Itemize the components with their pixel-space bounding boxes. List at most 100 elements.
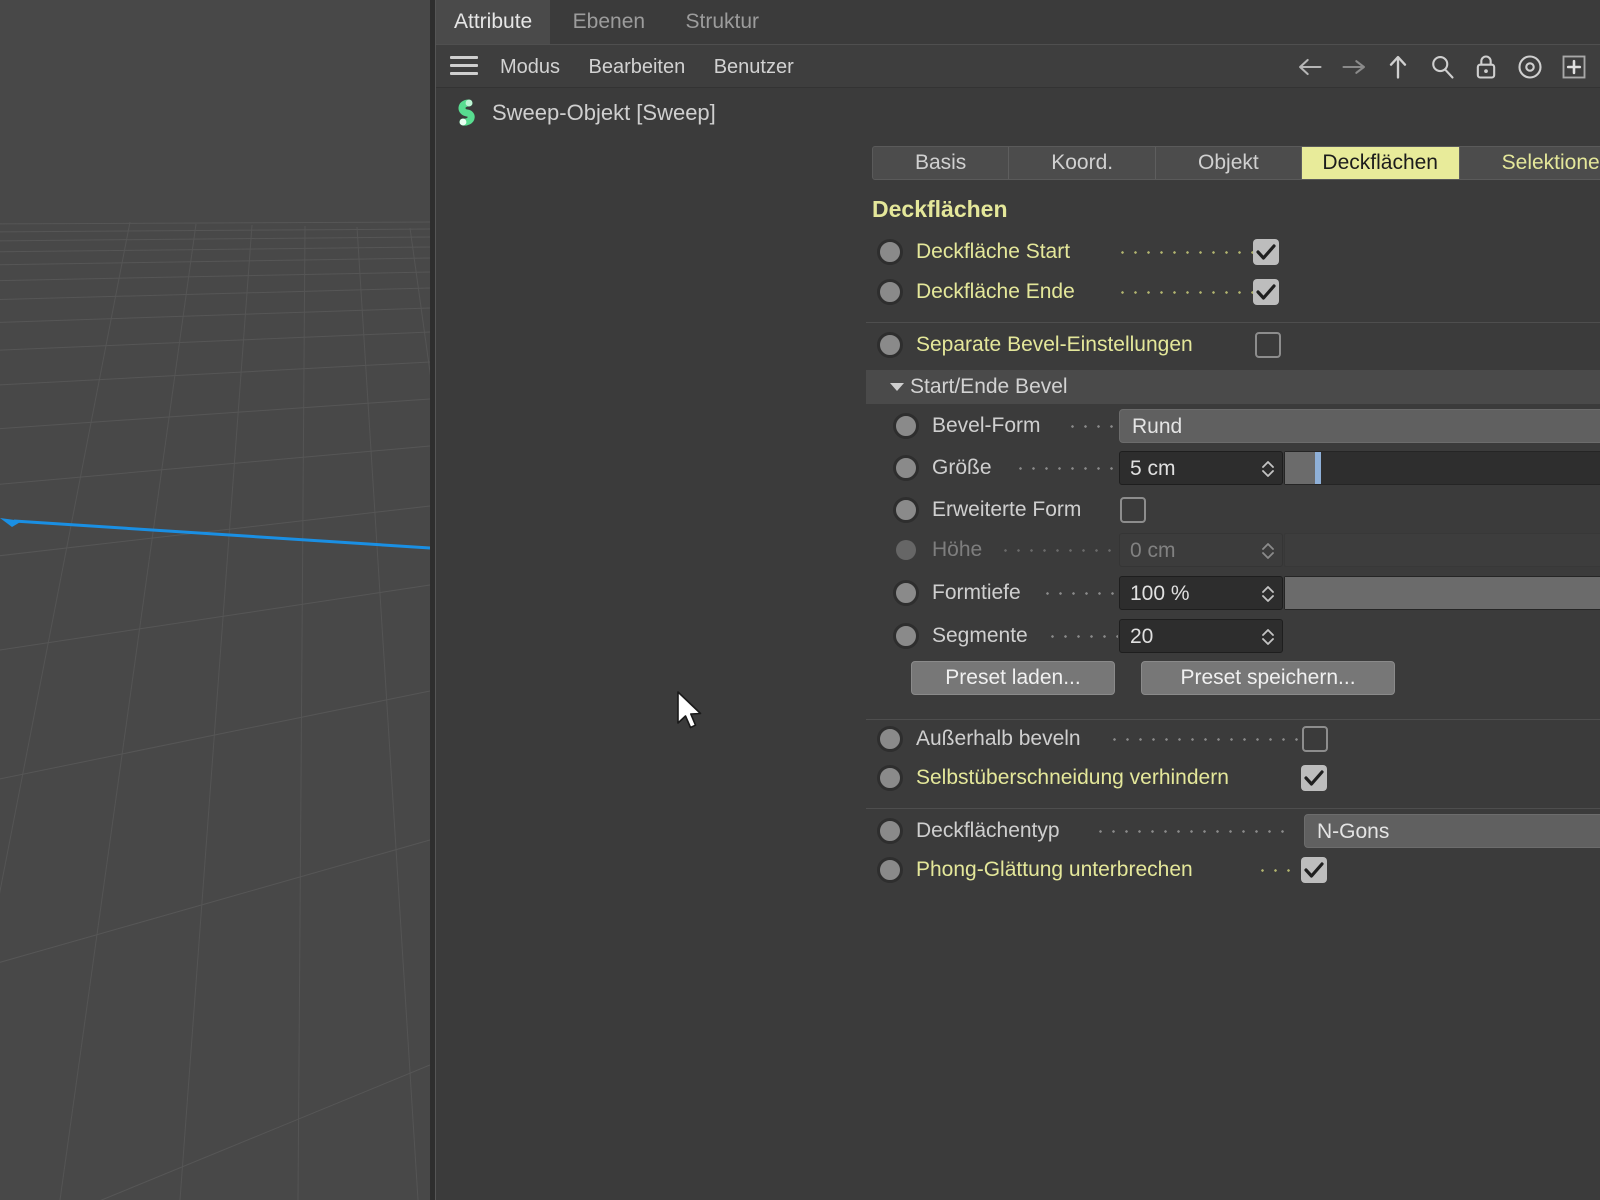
ptab-koord[interactable]: Koord. — [1009, 147, 1157, 179]
leader-dots — [1256, 869, 1298, 872]
label-selbstueberschneidung: Selbstüberschneidung verhindern — [916, 766, 1229, 789]
row-bevel-form: Bevel-Form Rund — [866, 406, 1600, 446]
checkbox-selbstueberschneidung[interactable] — [1301, 765, 1327, 791]
checkbox-erweiterte-form[interactable] — [1120, 497, 1146, 523]
divider — [866, 808, 1600, 809]
preset-speichern-button[interactable]: Preset speichern... — [1141, 661, 1395, 695]
value-groesse: 5 cm — [1130, 457, 1176, 480]
ptab-objekt[interactable]: Objekt — [1156, 147, 1302, 179]
group-header-start-ende-bevel[interactable]: Start/Ende Bevel — [866, 370, 1600, 404]
tab-attribute[interactable]: Attribute — [436, 0, 551, 44]
chevron-down-icon — [890, 383, 904, 391]
leader-dots — [999, 549, 1118, 552]
label-deckflaeche-ende: Deckfläche Ende — [916, 280, 1075, 303]
dropdown-value: N-Gons — [1317, 820, 1390, 843]
spinner-icon[interactable] — [1260, 457, 1276, 481]
animation-dot[interactable] — [893, 497, 919, 523]
slider-groesse[interactable] — [1284, 451, 1600, 485]
menu-item-bearbeiten[interactable]: Bearbeiten — [576, 45, 697, 89]
menu-item-benutzer[interactable]: Benutzer — [702, 45, 806, 89]
animation-dot[interactable] — [893, 455, 919, 481]
animation-dot[interactable] — [877, 332, 903, 358]
animation-dot[interactable] — [877, 818, 903, 844]
ptab-basis[interactable]: Basis — [873, 147, 1010, 179]
object-title: Sweep-Objekt [Sweep] — [492, 100, 716, 125]
row-ausserhalb-beveln: Außerhalb beveln — [866, 719, 1600, 759]
label-separate-bevel: Separate Bevel-Einstellungen — [916, 333, 1193, 356]
menu-item-modus[interactable]: Modus — [488, 45, 572, 89]
target-icon[interactable] — [1516, 53, 1544, 81]
search-icon[interactable] — [1428, 53, 1456, 81]
animation-dot[interactable] — [877, 279, 903, 305]
spinner-icon[interactable] — [1260, 582, 1276, 606]
property-tab-bar: Basis Koord. Objekt Deckflächen Selektio… — [872, 146, 1600, 180]
ptab-deckflaechen[interactable]: Deckflächen — [1301, 147, 1460, 179]
animation-dot[interactable] — [893, 623, 919, 649]
dropdown-deckflaechentyp[interactable]: N-Gons — [1304, 814, 1600, 848]
animation-dot[interactable] — [877, 857, 903, 883]
input-segmente[interactable]: 20 — [1119, 619, 1283, 653]
checkbox-phong-unterbrechen[interactable] — [1301, 857, 1327, 883]
value-formtiefe: 100 % — [1130, 582, 1190, 605]
preset-laden-button[interactable]: Preset laden... — [911, 661, 1115, 695]
row-deckflaechentyp: Deckflächentyp N-Gons — [866, 811, 1600, 851]
dropdown-value: Rund — [1132, 415, 1183, 438]
animation-dot[interactable] — [893, 580, 919, 606]
dropdown-bevel-form[interactable]: Rund — [1119, 409, 1600, 443]
leader-dots — [1066, 425, 1118, 428]
row-erweiterte-form: Erweiterte Form — [866, 490, 1600, 530]
tab-ebenen[interactable]: Ebenen — [555, 0, 663, 44]
row-deckflaeche-start: Deckfläche Start — [866, 232, 1600, 272]
add-icon[interactable] — [1560, 53, 1588, 81]
toolbar-icons — [1296, 45, 1594, 89]
row-deckflaeche-ende: Deckfläche Ende — [866, 272, 1600, 312]
label-bevel-form: Bevel-Form — [932, 414, 1041, 437]
spinner-icon[interactable] — [1260, 625, 1276, 649]
slider-formtiefe[interactable] — [1284, 576, 1600, 610]
animation-dot[interactable] — [877, 765, 903, 791]
row-groesse: Größe 5 cm — [866, 448, 1600, 488]
checkbox-ausserhalb-beveln[interactable] — [1302, 726, 1328, 752]
leader-dots — [1046, 635, 1118, 638]
checkbox-deckflaeche-start[interactable] — [1253, 239, 1279, 265]
leader-dots — [1108, 738, 1301, 741]
label-ausserhalb-beveln: Außerhalb beveln — [916, 727, 1081, 750]
leader-dots — [1116, 291, 1272, 294]
spinner-icon — [1262, 543, 1274, 559]
input-hoehe: 0 cm — [1119, 533, 1283, 567]
lock-icon[interactable] — [1472, 53, 1500, 81]
forward-arrow-icon[interactable] — [1340, 53, 1368, 81]
label-hoehe: Höhe — [932, 538, 983, 561]
back-arrow-icon[interactable] — [1296, 53, 1324, 81]
tab-struktur[interactable]: Struktur — [668, 0, 778, 44]
animation-dot[interactable] — [877, 726, 903, 752]
animation-dot[interactable] — [877, 239, 903, 265]
hamburger-icon[interactable] — [450, 56, 478, 78]
row-preset-buttons: Preset laden... Preset speichern... — [866, 658, 1600, 698]
viewport-grid — [0, 0, 430, 1200]
slider-handle[interactable] — [1315, 452, 1321, 484]
row-hoehe: Höhe 0 cm — [866, 530, 1600, 570]
label-segmente: Segmente — [932, 624, 1028, 647]
row-segmente: Segmente 20 — [866, 616, 1600, 656]
slider-fill — [1285, 452, 1315, 484]
animation-dot[interactable] — [893, 413, 919, 439]
label-phong-unterbrechen: Phong-Glättung unterbrechen — [916, 858, 1193, 881]
label-deckflaechentyp: Deckflächentyp — [916, 819, 1060, 842]
checkbox-separate-bevel[interactable] — [1255, 332, 1281, 358]
row-formtiefe: Formtiefe 100 % — [866, 573, 1600, 613]
label-deckflaeche-start: Deckfläche Start — [916, 240, 1071, 263]
slider-hoehe — [1284, 533, 1600, 567]
mouse-cursor — [677, 691, 702, 729]
checkbox-deckflaeche-ende[interactable] — [1253, 279, 1279, 305]
label-formtiefe: Formtiefe — [932, 581, 1021, 604]
input-formtiefe[interactable]: 100 % — [1119, 576, 1283, 610]
viewport-3d[interactable] — [0, 0, 430, 1200]
input-groesse[interactable]: 5 cm — [1119, 451, 1283, 485]
slider-fill — [1285, 577, 1600, 609]
up-arrow-icon[interactable] — [1384, 53, 1412, 81]
label-erweiterte-form: Erweiterte Form — [932, 498, 1082, 521]
sweep-object-icon — [458, 99, 475, 126]
ptab-selektionen[interactable]: Selektionen — [1460, 147, 1600, 179]
window-tab-strip: Attribute Ebenen Struktur — [436, 0, 1600, 44]
